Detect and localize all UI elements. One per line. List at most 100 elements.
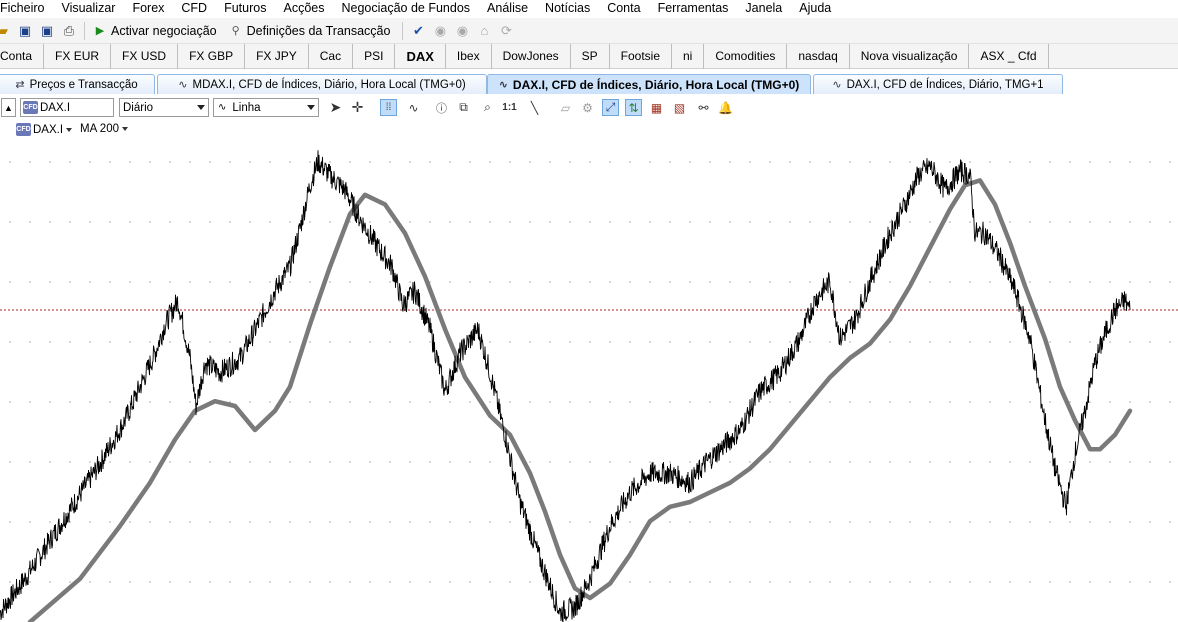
- menu-item-10[interactable]: Ferramentas: [658, 1, 737, 15]
- menu-item-9[interactable]: Conta: [607, 1, 648, 15]
- grid-dot: [809, 221, 811, 223]
- grid-dot: [869, 581, 871, 583]
- indicator-icon[interactable]: ∿: [405, 99, 422, 116]
- workspace-tab[interactable]: Footsie: [610, 43, 672, 69]
- chart-tab[interactable]: ∿ MDAX.I, CFD de Índices, Diário, Hora Lo…: [157, 74, 487, 94]
- crosshair-icon[interactable]: ✛: [349, 99, 366, 116]
- grid-dot: [769, 161, 771, 163]
- menu-item-7[interactable]: Análise: [487, 1, 536, 15]
- menu-item-1[interactable]: Visualizar: [61, 1, 123, 15]
- workspace-tab[interactable]: FX USD: [111, 43, 179, 69]
- forward-icon[interactable]: ◉: [453, 22, 471, 40]
- grid-dot: [389, 581, 391, 583]
- alert-bell-icon[interactable]: 🔔: [717, 99, 734, 116]
- grid-dot: [409, 521, 411, 523]
- grid-dot: [1089, 281, 1091, 283]
- grid-dot: [549, 341, 551, 343]
- grid-dot: [249, 521, 251, 523]
- popout-icon[interactable]: ⧉: [455, 99, 472, 116]
- chart-style-select[interactable]: ∿ Linha: [213, 98, 319, 117]
- workspace-tab[interactable]: DowJones: [492, 43, 571, 69]
- price-chart[interactable]: [0, 138, 1178, 622]
- checkmark-icon[interactable]: ✔: [409, 22, 427, 40]
- play-icon[interactable]: ▶: [91, 22, 109, 40]
- open-folder-icon[interactable]: ▰: [0, 22, 12, 40]
- workspace-tab[interactable]: nasdaq: [787, 43, 850, 69]
- chart-tab[interactable]: ∿ DAX.I, CFD de Índices, Diário, Hora Loc…: [487, 74, 811, 94]
- compare-icon[interactable]: ▧: [671, 99, 688, 116]
- eraser-icon[interactable]: ▱: [557, 99, 574, 116]
- save-icon[interactable]: ▣: [16, 22, 34, 40]
- workspace-tab[interactable]: Cac: [309, 43, 354, 69]
- workspace-tab[interactable]: DAX: [395, 43, 446, 69]
- grid-dot: [909, 461, 911, 463]
- workspace-tab[interactable]: FX EUR: [44, 43, 112, 69]
- indicator-legend[interactable]: MA 200: [80, 123, 128, 135]
- zoom-reset-icon[interactable]: 1:1: [501, 99, 518, 116]
- workspace-tab[interactable]: Ibex: [446, 43, 492, 69]
- menu-item-6[interactable]: Negociação de Fundos: [341, 1, 478, 15]
- grid-dot: [889, 581, 891, 583]
- grid-dot: [609, 461, 611, 463]
- menu-item-2[interactable]: Forex: [132, 1, 172, 15]
- transaction-settings-button[interactable]: Definições da Transacção: [247, 24, 391, 38]
- collapse-toggle[interactable]: ▲: [1, 98, 16, 117]
- properties-icon[interactable]: ▦: [648, 99, 665, 116]
- grid-dot: [309, 521, 311, 523]
- menu-item-3[interactable]: CFD: [181, 1, 215, 15]
- timeframe-select[interactable]: Diário: [119, 98, 209, 117]
- grid-dot: [149, 281, 151, 283]
- zoom-icon[interactable]: ⌕: [479, 99, 496, 116]
- chart-shift-icon[interactable]: ⇅: [625, 99, 642, 116]
- workspace-tab[interactable]: ni: [672, 43, 705, 69]
- grid-dot: [709, 581, 711, 583]
- pointer-icon[interactable]: ➤: [327, 99, 344, 116]
- info-icon[interactable]: ⓘ: [433, 99, 450, 116]
- instrument-legend[interactable]: CFD DAX.I: [16, 123, 73, 136]
- link-icon[interactable]: ⚯: [695, 99, 712, 116]
- workspace-tab[interactable]: Conta: [0, 43, 45, 69]
- grid-dot: [849, 221, 851, 223]
- workspace-tab[interactable]: FX GBP: [178, 43, 246, 69]
- home-icon[interactable]: ⌂: [475, 22, 493, 40]
- grid-dot: [149, 521, 151, 523]
- chart-tab[interactable]: ⇄ Preços e Transacção: [0, 74, 155, 94]
- workspace-tab[interactable]: FX JPY: [245, 43, 309, 69]
- workspace-tab[interactable]: SP: [571, 43, 610, 69]
- menu-item-11[interactable]: Janela: [745, 1, 790, 15]
- workspace-tab[interactable]: Nova visualização: [850, 43, 970, 69]
- grid-dot: [1049, 581, 1051, 583]
- menu-item-12[interactable]: Ajuda: [799, 1, 839, 15]
- grid-dot: [1089, 161, 1091, 163]
- template-icon[interactable]: ⚙: [579, 99, 596, 116]
- grid-dot: [89, 161, 91, 163]
- line-chart-icon: ∿: [498, 79, 508, 91]
- menu-item-8[interactable]: Notícias: [545, 1, 598, 15]
- grid-dot: [849, 461, 851, 463]
- grid-dot: [29, 401, 31, 403]
- menu-item-0[interactable]: Ficheiro: [0, 1, 52, 15]
- activate-trading-button[interactable]: Activar negociação: [111, 24, 217, 38]
- grid-dot: [1009, 401, 1011, 403]
- grid-dot: [349, 581, 351, 583]
- workspace-tab[interactable]: PSI: [353, 43, 396, 69]
- filter-icon[interactable]: ⚲: [227, 22, 245, 40]
- grid-dot: [1129, 281, 1131, 283]
- print-icon[interactable]: ⎙: [60, 22, 78, 40]
- trendline-icon[interactable]: ╲: [526, 99, 543, 116]
- grid-toggle-icon[interactable]: ⁞⁞: [380, 99, 397, 116]
- menu-item-5[interactable]: Acções: [283, 1, 332, 15]
- refresh-icon[interactable]: ⟳: [497, 22, 515, 40]
- save-as-icon[interactable]: ▣: [38, 22, 56, 40]
- workspace-tab[interactable]: ASX _ Cfd: [969, 43, 1049, 69]
- back-icon[interactable]: ◉: [431, 22, 449, 40]
- menu-item-4[interactable]: Futuros: [224, 1, 274, 15]
- symbol-input[interactable]: CFD DAX.I: [20, 98, 114, 117]
- autoscroll-icon[interactable]: ⤢: [602, 99, 619, 116]
- chart-tab[interactable]: ∿ DAX.I, CFD de Índices, Diário, TMG+1: [813, 74, 1063, 94]
- grid-dot: [469, 581, 471, 583]
- workspace-tab[interactable]: Comodities: [704, 43, 788, 69]
- grid-dot: [469, 281, 471, 283]
- grid-dot: [109, 461, 111, 463]
- grid-dot: [489, 161, 491, 163]
